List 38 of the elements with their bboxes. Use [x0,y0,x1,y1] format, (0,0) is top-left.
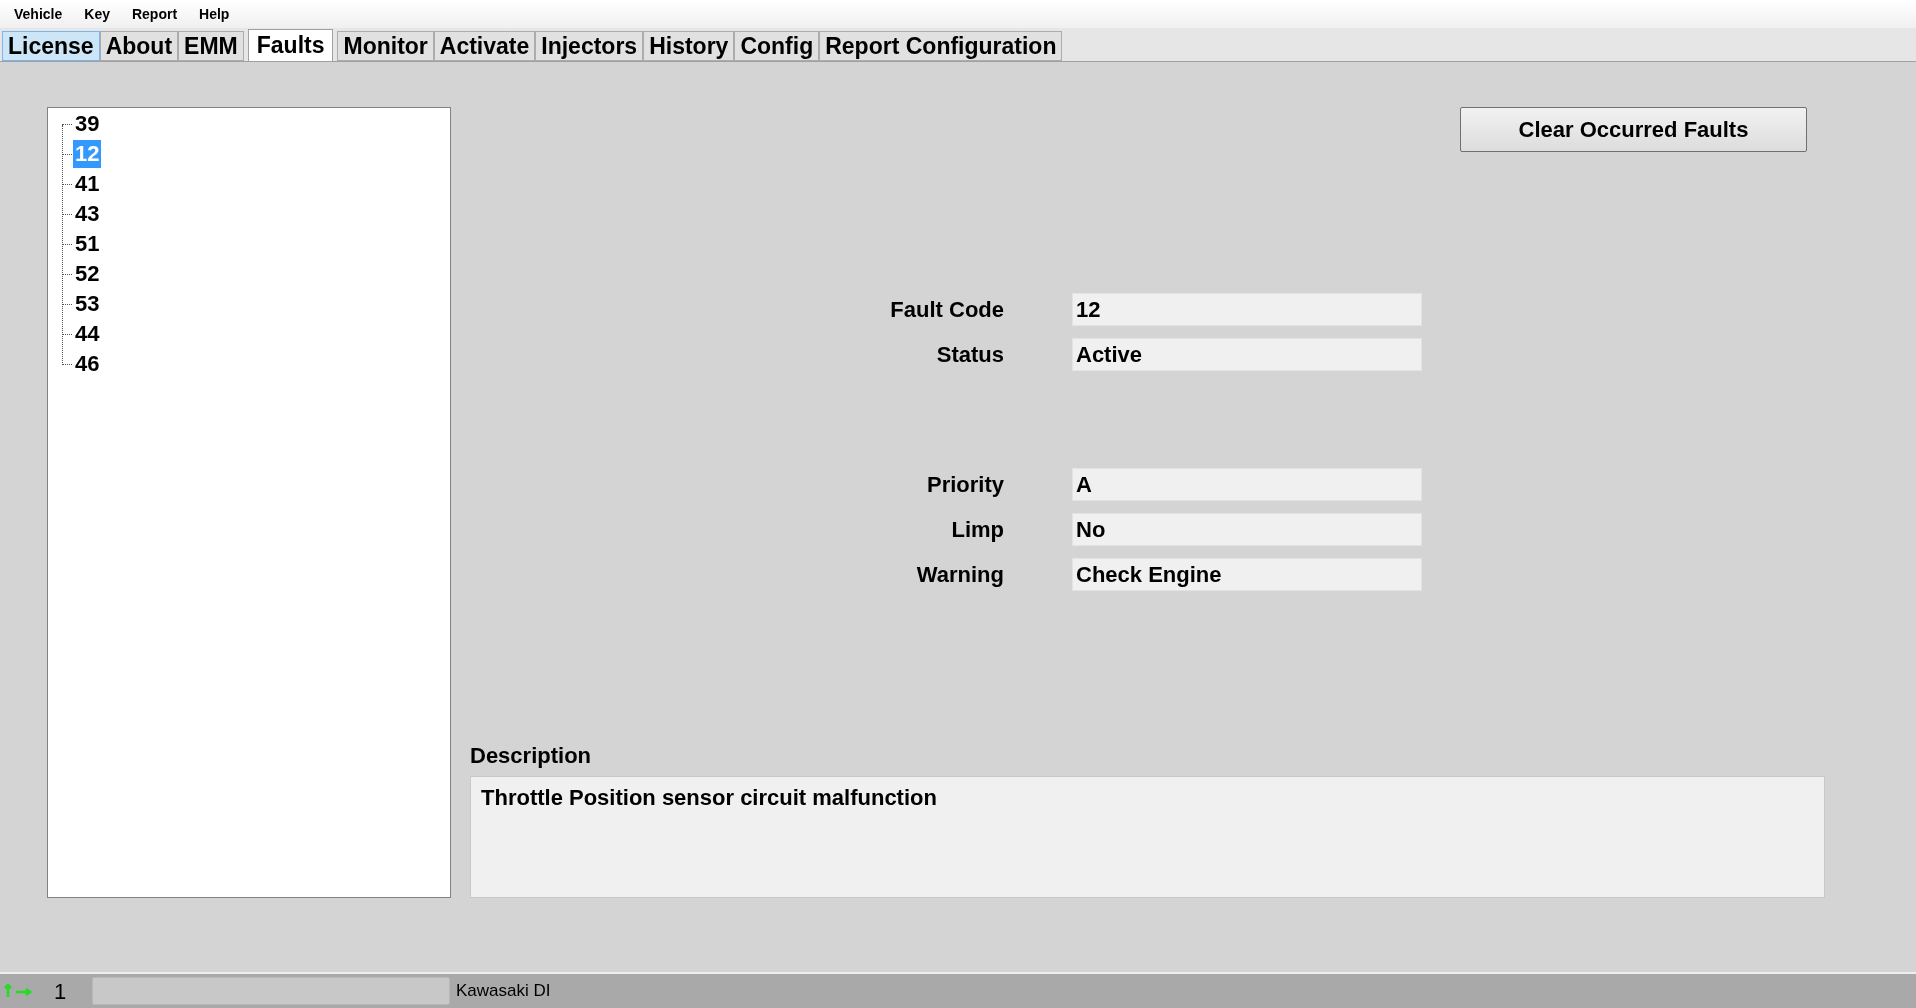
tree-item[interactable]: 52 [73,260,102,288]
field-value: No [1072,513,1422,546]
field-label: Priority [925,471,1005,499]
tree-item[interactable]: 51 [73,230,102,258]
field-label: Status [935,341,1005,369]
tab[interactable]: Report Configuration [819,31,1063,61]
tab[interactable]: License [2,31,100,61]
tree-item[interactable]: 46 [73,350,102,378]
status-count: 1 [54,977,68,1006]
clear-occurred-faults-button[interactable]: Clear Occurred Faults [1460,107,1807,152]
field-value: 12 [1072,293,1422,326]
vehicle-name: Kawasaki DI [456,980,551,1003]
field-label: Warning [915,561,1005,589]
connection-icon [4,984,34,998]
tree-item[interactable]: 53 [73,290,102,318]
tab[interactable]: History [643,31,735,61]
field-value: A [1072,468,1422,501]
tab[interactable]: EMM [178,31,244,61]
tree-item[interactable]: 39 [73,110,102,138]
tab[interactable]: Monitor [337,31,434,61]
tab[interactable]: Config [734,31,820,61]
menu-item[interactable]: Key [84,3,110,25]
menu-item[interactable]: Vehicle [14,3,63,25]
tree-item[interactable]: 44 [73,320,102,348]
tab[interactable]: Faults [247,29,334,61]
tree-item[interactable]: 43 [73,200,102,228]
description-label: Description [470,742,593,770]
field-value: Check Engine [1072,558,1422,591]
tab[interactable]: Injectors [535,31,644,61]
field-label: Limp [950,516,1005,544]
field-value: Active [1072,338,1422,371]
menu-item[interactable]: Help [199,3,230,25]
tab[interactable]: Activate [433,31,536,61]
description-box: Throttle Position sensor circuit malfunction [470,776,1825,898]
tab[interactable]: About [99,31,179,61]
tree-item[interactable]: 41 [73,170,102,198]
field-label: Fault Code [889,296,1005,324]
menu-item[interactable]: Report [131,3,178,25]
